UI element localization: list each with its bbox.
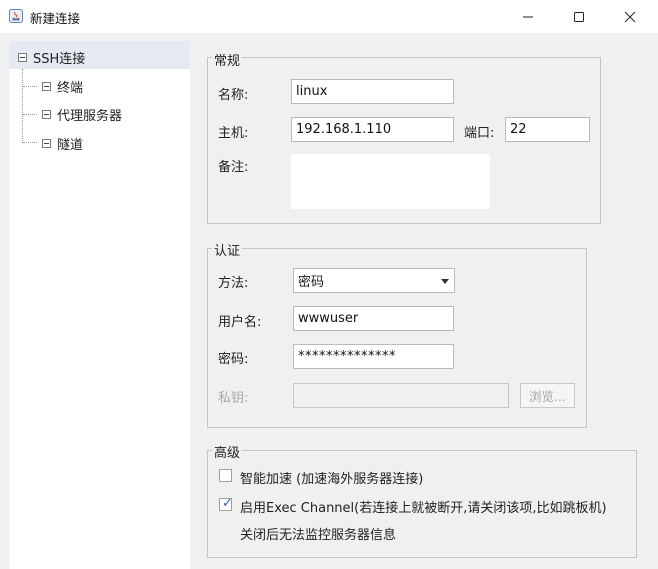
auth-method-value: 密码 xyxy=(298,275,325,290)
host-input[interactable] xyxy=(291,117,454,142)
host-label: 主机: xyxy=(218,126,249,141)
tree-item-ssh[interactable]: SSH连接 xyxy=(18,48,85,67)
close-icon xyxy=(624,11,636,22)
tree-item-proxy[interactable]: 代理服务器 xyxy=(42,105,122,124)
tree-guide-line xyxy=(23,86,37,87)
tree-guide-line xyxy=(23,114,37,115)
name-input[interactable] xyxy=(291,79,454,104)
exec-channel-note: 关闭后无法监控服务器信息 xyxy=(240,528,397,543)
note-textarea[interactable] xyxy=(291,154,490,209)
private-key-label: 私钥: xyxy=(218,391,249,406)
port-label: 端口: xyxy=(464,126,495,141)
settings-tree: SSH连接 终端 代理服务器 隧道 xyxy=(9,41,190,569)
maximize-button[interactable] xyxy=(553,0,605,33)
node-icon xyxy=(42,82,51,91)
username-input[interactable] xyxy=(293,306,454,331)
close-button[interactable] xyxy=(604,0,656,33)
private-key-input[interactable] xyxy=(293,383,509,408)
port-input[interactable] xyxy=(505,117,590,142)
tree-item-terminal-label: 终端 xyxy=(57,81,84,96)
auth-method-select[interactable]: 密码 xyxy=(293,268,455,293)
node-icon xyxy=(42,139,51,148)
tree-item-tunnel[interactable]: 隧道 xyxy=(42,134,83,153)
window-title: 新建连接 xyxy=(30,11,81,26)
minimize-button[interactable] xyxy=(502,0,554,33)
exec-channel-label[interactable]: 启用Exec Channel(若连接上就被断开,请关闭该项,比如跳板机) xyxy=(240,497,607,516)
java-app-icon xyxy=(9,9,23,23)
smart-accel-label[interactable]: 智能加速 (加速海外服务器连接) xyxy=(240,468,423,487)
checkmark-icon: ✓ xyxy=(222,496,233,511)
username-label: 用户名: xyxy=(218,315,262,330)
method-label: 方法: xyxy=(218,276,249,291)
advanced-group-title: 高级 xyxy=(212,442,243,461)
browse-button[interactable]: 浏览... xyxy=(520,383,575,408)
collapse-toggle-icon[interactable] xyxy=(18,53,27,62)
tree-item-tunnel-label: 隧道 xyxy=(57,138,84,153)
maximize-icon xyxy=(574,11,584,22)
tree-item-ssh-label: SSH连接 xyxy=(33,52,86,67)
tree-item-terminal[interactable]: 终端 xyxy=(42,77,83,96)
password-input[interactable] xyxy=(293,344,454,369)
name-label: 名称: xyxy=(218,88,249,103)
minimize-icon xyxy=(523,16,533,17)
title-bar: 新建连接 xyxy=(0,0,658,33)
tree-guide-line xyxy=(23,142,37,143)
general-group-title: 常规 xyxy=(212,50,243,69)
smart-accel-checkbox[interactable] xyxy=(219,469,232,482)
tree-item-proxy-label: 代理服务器 xyxy=(57,109,123,124)
exec-channel-checkbox[interactable]: ✓ xyxy=(219,496,233,511)
chevron-down-icon xyxy=(441,279,449,284)
note-label: 备注: xyxy=(218,160,249,175)
tree-guide-line xyxy=(22,69,23,143)
password-label: 密码: xyxy=(218,352,249,367)
node-icon xyxy=(42,110,51,119)
auth-group-title: 认证 xyxy=(212,240,243,259)
